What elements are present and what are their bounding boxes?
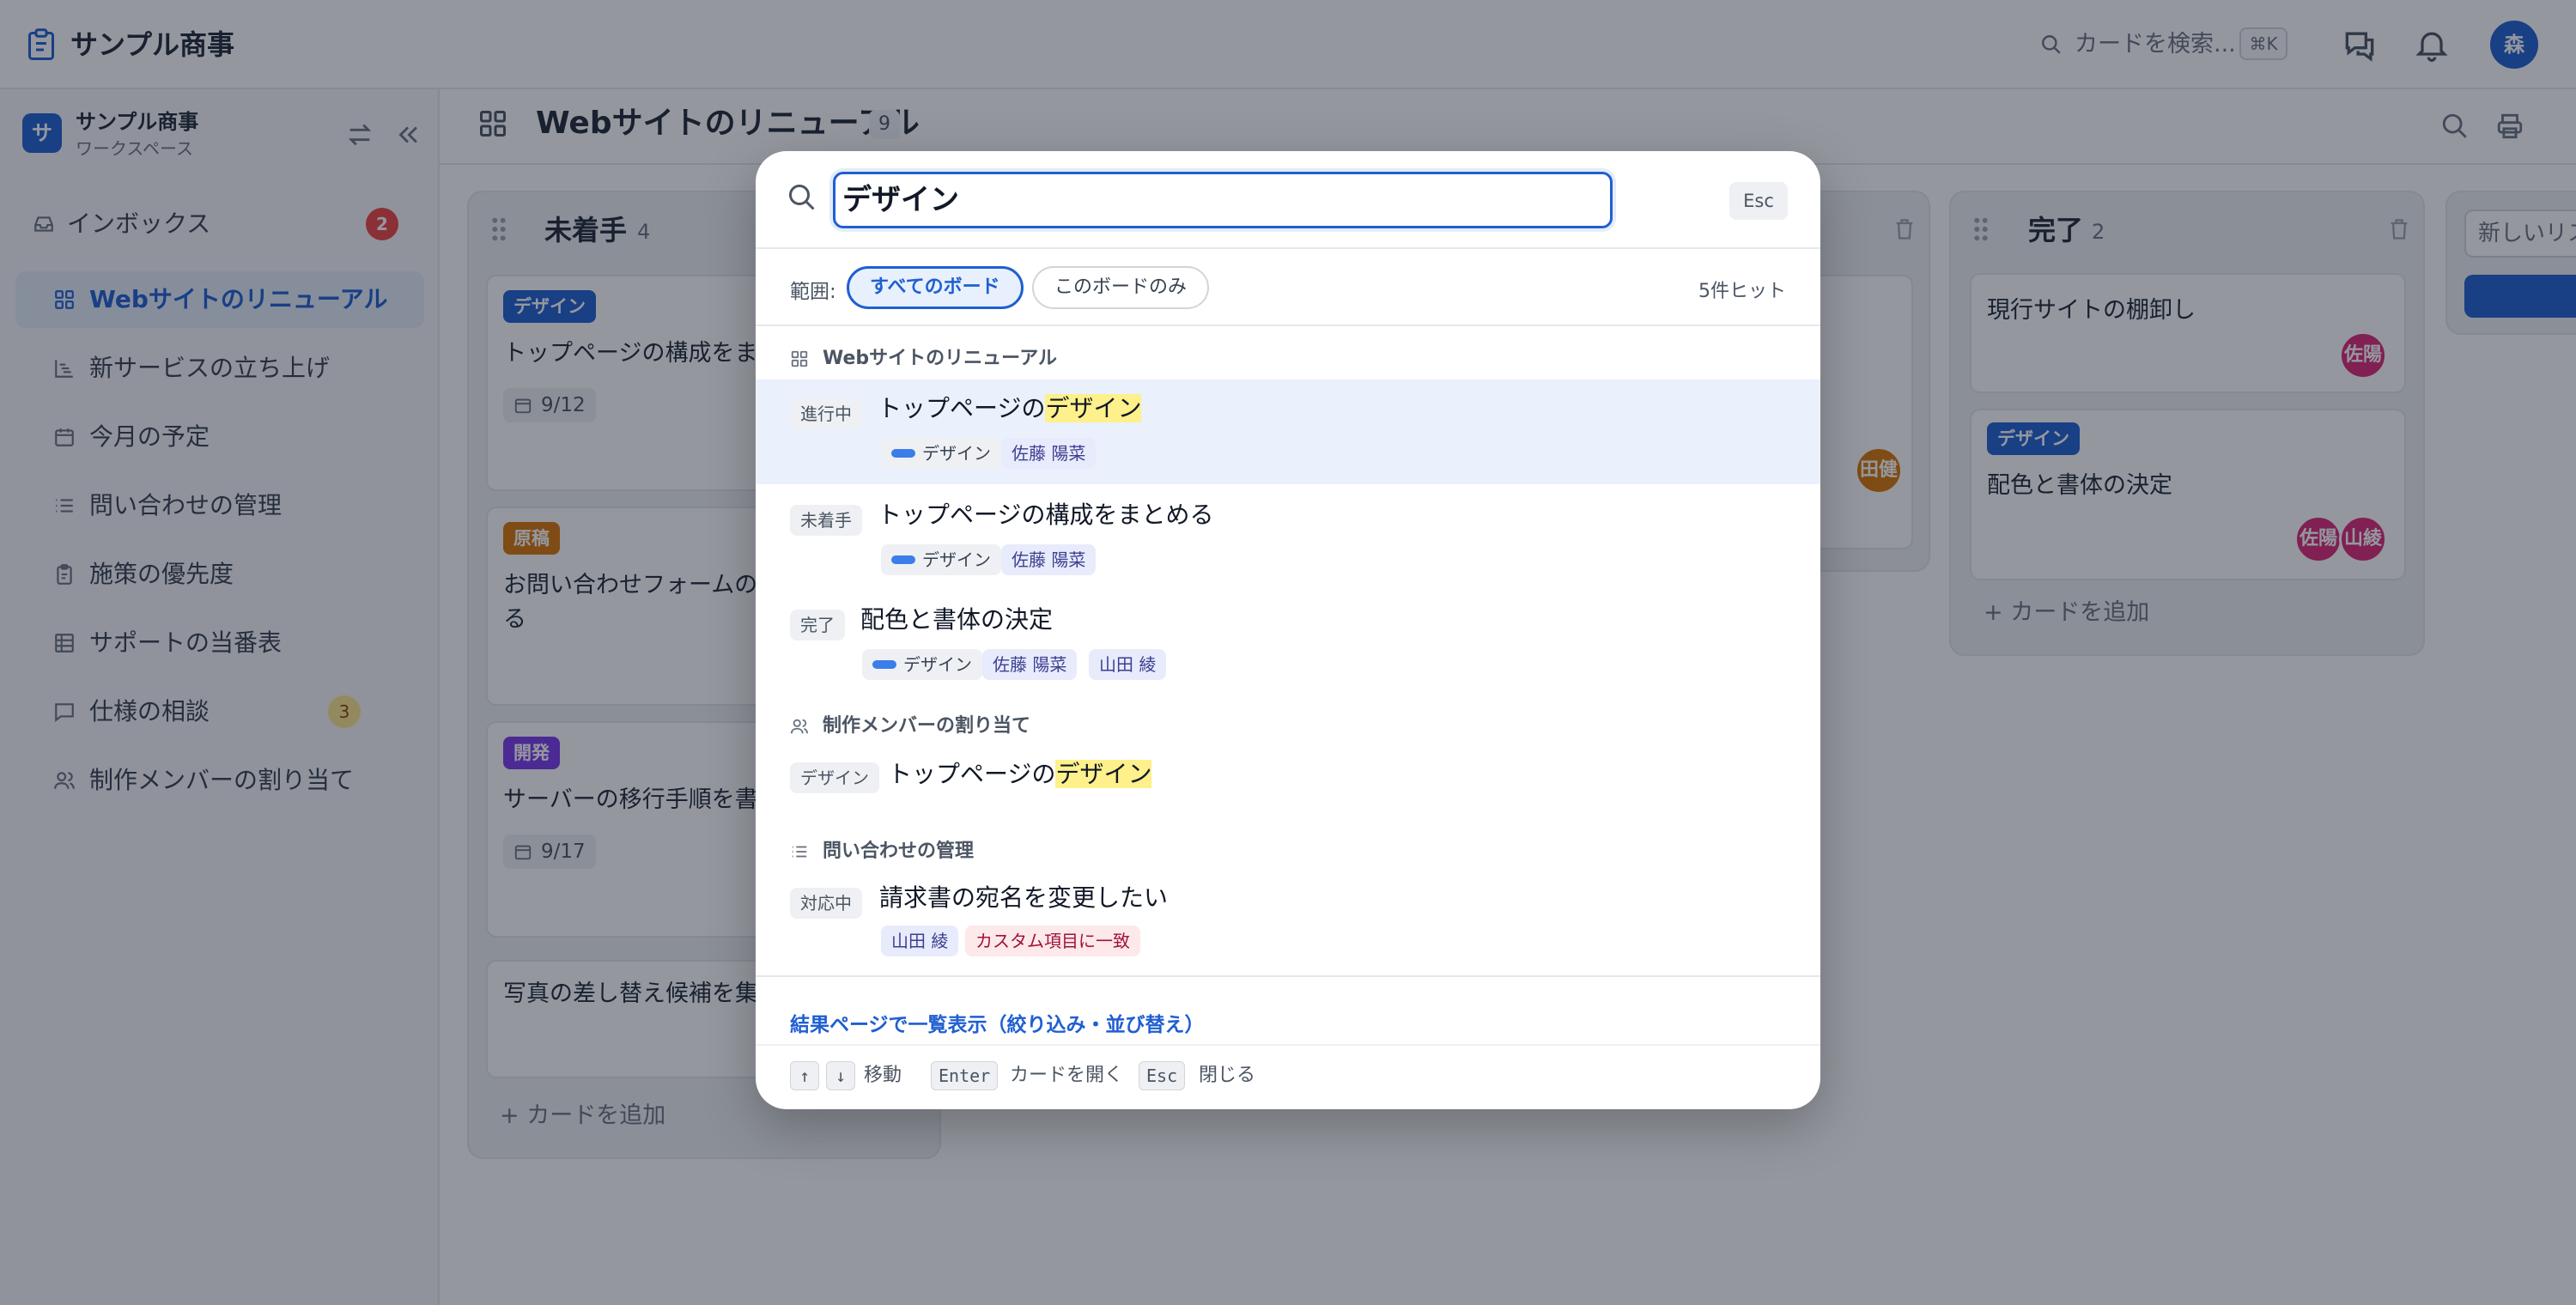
result-title: トップページのデザイン — [878, 392, 1142, 426]
esc-key-badge[interactable]: Esc — [1729, 182, 1788, 220]
close-hint: 閉じる — [1199, 1065, 1256, 1086]
move-hint: 移動 — [864, 1065, 902, 1086]
up-key: ↑ — [790, 1061, 819, 1090]
result-title: 配色と書体の決定 — [860, 605, 1054, 634]
person-chip: 佐藤 陽菜 — [1001, 438, 1097, 469]
down-key: ↓ — [826, 1061, 855, 1090]
result-title: 請求書の宛名を変更したい — [879, 883, 1169, 912]
label-chip-text: デザイン — [903, 654, 972, 675]
result-title-text: トップページの — [878, 394, 1046, 422]
person-chip: 佐藤 陽菜 — [982, 649, 1078, 680]
results-page-link[interactable]: 結果ページで一覧表示（絞り込み・並び替え） — [790, 1010, 1205, 1041]
label-chip-text: デザイン — [922, 549, 991, 570]
person-chip: 佐藤 陽菜 — [1001, 544, 1097, 575]
person-chip: 山田 綾 — [881, 926, 959, 956]
scope-label: 範囲: — [790, 281, 836, 303]
result-title: トップページのデザイン — [888, 757, 1152, 792]
label-chip-text: デザイン — [922, 443, 991, 464]
result-title-text: トップページの — [888, 760, 1056, 788]
list-icon — [792, 846, 807, 858]
label-chip: デザイン — [881, 544, 1001, 575]
enter-key: Enter — [931, 1061, 999, 1090]
search-result[interactable]: 進行中 トップページのデザイン デザイン 佐藤 陽菜 — [756, 379, 1820, 484]
result-title-highlight: デザイン — [1045, 394, 1142, 422]
divider — [756, 247, 1820, 249]
label-color-dot — [891, 555, 915, 564]
result-group-name: 制作メンバーの割り当て — [823, 715, 1031, 737]
result-group-name: 問い合わせの管理 — [823, 841, 975, 862]
label-color-dot — [872, 660, 896, 669]
search-query-input[interactable]: デザイン — [833, 172, 1613, 228]
result-title: トップページの構成をまとめる — [878, 501, 1214, 529]
status-chip: 完了 — [790, 610, 845, 640]
status-chip: デザイン — [790, 762, 879, 793]
hit-count: 5件ヒット — [1698, 281, 1786, 302]
search-result[interactable]: 対応中 請求書の宛名を変更したい 山田 綾 カスタム項目に一致 — [756, 872, 1820, 977]
result-group-name: Webサイトのリニューアル — [823, 348, 1058, 369]
search-modal: デザイン Esc 範囲: すべてのボード このボードのみ 5件ヒット Webサイ… — [756, 151, 1820, 1109]
search-result[interactable]: 未着手 トップページの構成をまとめる デザイン 佐藤 陽菜 — [756, 484, 1820, 589]
divider — [756, 1044, 1820, 1046]
people-icon — [790, 719, 809, 734]
status-chip: 対応中 — [790, 888, 862, 919]
label-chip: デザイン — [862, 649, 982, 680]
match-reason-chip: カスタム項目に一致 — [965, 926, 1140, 956]
label-chip: デザイン — [881, 438, 1001, 469]
search-icon — [789, 185, 815, 210]
esc-key: Esc — [1139, 1061, 1186, 1090]
board-icon — [791, 350, 808, 367]
scope-all-boards-button[interactable]: すべてのボード — [847, 266, 1024, 309]
divider — [756, 975, 1820, 977]
label-color-dot — [891, 449, 915, 458]
search-result[interactable]: 完了 配色と書体の決定 デザイン 佐藤 陽菜 山田 綾 — [756, 589, 1820, 694]
open-hint: カードを開く — [1010, 1065, 1124, 1086]
status-chip: 進行中 — [790, 398, 862, 429]
search-result[interactable]: デザイン トップページのデザイン — [756, 747, 1820, 828]
status-chip: 未着手 — [790, 505, 862, 536]
result-title-highlight: デザイン — [1055, 760, 1152, 788]
scope-this-board-button[interactable]: このボードのみ — [1032, 266, 1210, 309]
divider — [756, 325, 1820, 326]
person-chip: 山田 綾 — [1089, 649, 1167, 680]
